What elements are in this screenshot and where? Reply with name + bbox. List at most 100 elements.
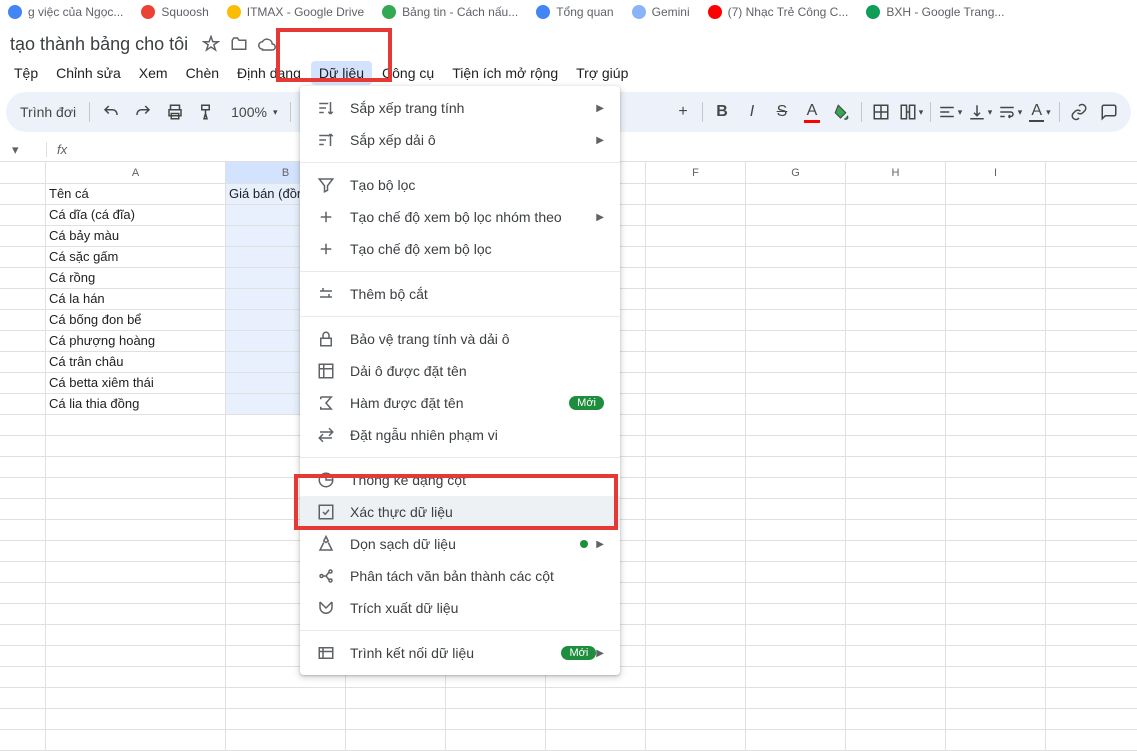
bookmark-item[interactable]: Bảng tin - Cách nấu... [382,5,518,19]
rotate-button[interactable]: A [1026,98,1054,126]
cell[interactable] [946,331,1046,351]
menu-item-t-o-ch-xem-b-l-c-nh-m-theo[interactable]: Tạo chế độ xem bộ lọc nhóm theo▶ [300,201,620,233]
cell[interactable] [946,604,1046,624]
cell[interactable] [546,688,646,708]
cell[interactable] [746,730,846,750]
cell[interactable] [846,352,946,372]
row-header[interactable] [0,205,46,225]
cell[interactable] [846,667,946,687]
move-icon[interactable] [230,35,248,53]
redo-button[interactable] [129,98,157,126]
cell[interactable] [226,709,346,729]
cell[interactable] [746,583,846,603]
cell[interactable] [746,436,846,456]
cell[interactable] [946,184,1046,204]
cell[interactable] [946,394,1046,414]
row-header[interactable] [0,247,46,267]
cell[interactable] [846,205,946,225]
menu-chỉnh-sửa[interactable]: Chỉnh sửa [48,61,129,85]
cell[interactable] [846,688,946,708]
cell[interactable] [846,499,946,519]
cell[interactable] [946,289,1046,309]
cell[interactable] [46,541,226,561]
cell[interactable] [746,709,846,729]
select-all-corner[interactable] [0,162,46,183]
cell[interactable] [946,499,1046,519]
toolbar-mode[interactable]: Trình đơi [14,104,82,120]
text-color-button[interactable]: A [798,98,826,126]
cell[interactable] [946,247,1046,267]
row-header[interactable] [0,457,46,477]
cell[interactable] [46,583,226,603]
cell[interactable] [946,268,1046,288]
row-header[interactable] [0,331,46,351]
cell[interactable]: Cá lia thia đồng [46,394,226,414]
cell[interactable] [646,247,746,267]
cell[interactable] [46,499,226,519]
menu-item-th-m-b-c-t[interactable]: Thêm bộ cắt [300,278,620,310]
row-header[interactable] [0,625,46,645]
bookmark-item[interactable]: (7) Nhạc Trẻ Công C... [708,5,849,19]
column-header[interactable]: A [46,162,226,183]
menu-item-s-p-x-p-trang-t-nh[interactable]: Sắp xếp trang tính▶ [300,92,620,124]
cell[interactable]: Cá betta xiêm thái [46,373,226,393]
cell[interactable] [846,289,946,309]
cell[interactable] [946,667,1046,687]
cell[interactable] [946,226,1046,246]
row-header[interactable] [0,541,46,561]
undo-button[interactable] [97,98,125,126]
cell[interactable] [646,373,746,393]
cell[interactable] [46,415,226,435]
cell[interactable] [846,310,946,330]
cell[interactable]: Cá trân châu [46,352,226,372]
cell[interactable] [346,688,446,708]
cell[interactable] [946,625,1046,645]
bookmark-item[interactable]: g việc của Ngọc... [8,5,123,19]
cell[interactable] [746,625,846,645]
cell[interactable] [746,205,846,225]
cell[interactable] [746,352,846,372]
cell[interactable] [746,184,846,204]
cell[interactable] [946,373,1046,393]
cell[interactable] [746,688,846,708]
cell[interactable] [846,457,946,477]
bookmark-item[interactable]: BXH - Google Trang... [866,5,1004,19]
cell[interactable] [446,688,546,708]
menu-item-s-p-x-p-d-i-[interactable]: Sắp xếp dải ô▶ [300,124,620,156]
cell[interactable] [746,247,846,267]
cell[interactable] [946,310,1046,330]
cell[interactable]: Cá la hán [46,289,226,309]
cell[interactable] [646,184,746,204]
merge-button[interactable] [897,98,925,126]
bold-button[interactable]: B [708,98,736,126]
cell[interactable] [746,373,846,393]
cell[interactable] [46,730,226,750]
cell[interactable] [646,520,746,540]
cell[interactable] [746,310,846,330]
cell[interactable] [946,583,1046,603]
cell[interactable] [646,667,746,687]
cell[interactable] [646,541,746,561]
cell[interactable] [46,457,226,477]
cell[interactable] [746,289,846,309]
cell[interactable] [846,478,946,498]
menu-trợ-giúp[interactable]: Trợ giúp [568,61,636,85]
menu-item-d-n-s-ch-d-li-u[interactable]: Dọn sạch dữ liệu▶ [300,528,620,560]
cell[interactable] [946,520,1046,540]
cell[interactable] [846,562,946,582]
cell[interactable] [746,541,846,561]
column-header[interactable]: H [846,162,946,183]
row-header[interactable] [0,394,46,414]
borders-button[interactable] [867,98,895,126]
menu-xem[interactable]: Xem [131,61,176,85]
cell[interactable] [746,646,846,666]
cell[interactable] [646,289,746,309]
row-header[interactable] [0,415,46,435]
cell[interactable]: Cá sặc gấm [46,247,226,267]
cell[interactable] [46,478,226,498]
cell[interactable]: Cá dĩa (cá đĩa) [46,205,226,225]
menu-item-t-o-ch-xem-b-l-c[interactable]: Tạo chế độ xem bộ lọc [300,233,620,265]
cell[interactable] [346,709,446,729]
menu-tệp[interactable]: Tệp [6,61,46,85]
bookmark-item[interactable]: ITMAX - Google Drive [227,5,364,19]
